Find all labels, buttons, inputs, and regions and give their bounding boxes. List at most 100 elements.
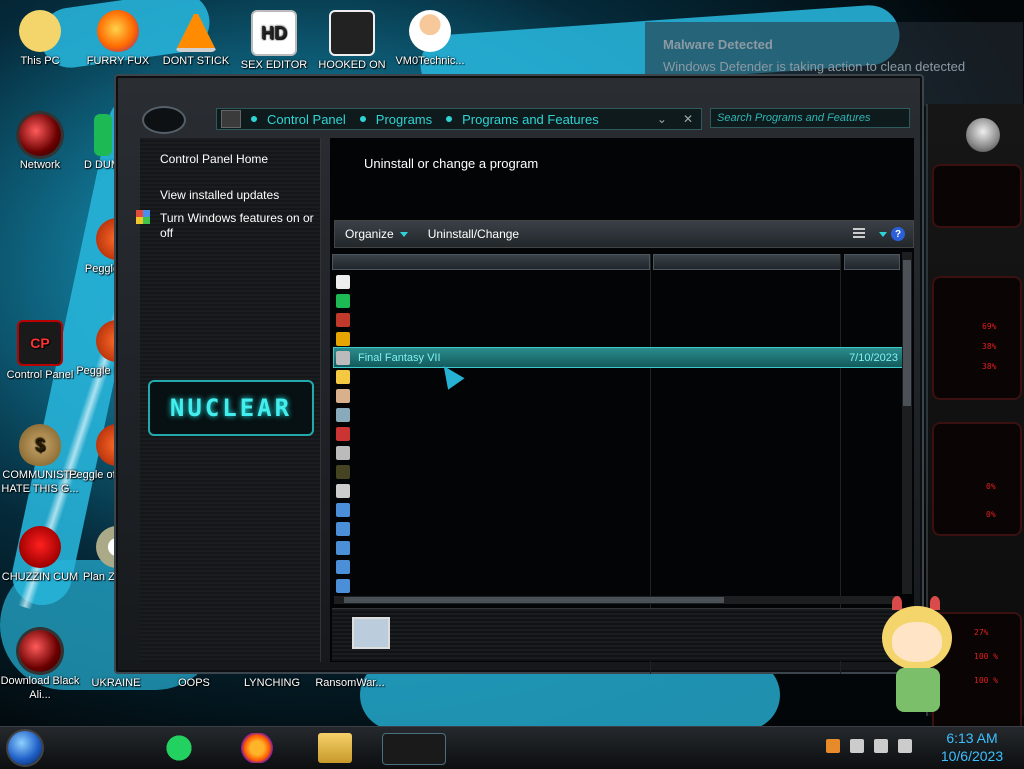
desktop-icon-this-pc[interactable]: This PC [0, 10, 80, 68]
scrollbar-thumb[interactable] [903, 260, 911, 406]
control-panel-taskbar-button[interactable] [382, 733, 446, 765]
gadget-clock [932, 164, 1022, 228]
network-tray-icon[interactable] [874, 739, 888, 753]
person-icon [336, 388, 350, 403]
gadget-percent: 69% [982, 322, 997, 331]
program-row[interactable] [334, 576, 902, 595]
program-thumbnail-icon [352, 617, 390, 649]
desktop-icon-download-black-ali[interactable]: Download Black Ali... [0, 630, 80, 702]
desktop-icon-label: UKRAINE [91, 677, 141, 689]
alienware-logo-icon [966, 118, 1000, 152]
view-installed-updates-link[interactable]: View installed updates [160, 188, 279, 203]
column-header-installed-on[interactable] [844, 254, 900, 270]
column-header-name[interactable] [332, 254, 650, 270]
gadget-percent: 100 % [974, 652, 999, 661]
program-row[interactable] [334, 386, 902, 405]
gadget-percent: 38% [982, 342, 997, 351]
organize-button[interactable]: Organize [335, 227, 418, 241]
spotify-icon [336, 293, 350, 308]
organize-label: Organize [345, 227, 394, 241]
search-input[interactable]: Search Programs and Features [710, 108, 910, 128]
program-install-date: 7/10/2023 [849, 351, 898, 364]
gadget-percent: 27% [974, 628, 989, 637]
program-row[interactable] [334, 291, 902, 310]
desktop-icon-vm0technic[interactable]: VM0Technic... [390, 10, 470, 68]
program-row[interactable]: Final Fantasy VII 7/10/2023 [333, 347, 903, 368]
desktop-icon-label: DONT STICK [162, 55, 230, 67]
start-button[interactable] [8, 731, 42, 765]
installer-icon [336, 521, 350, 536]
program-row[interactable] [334, 310, 902, 329]
uninstall-change-label: Uninstall/Change [427, 227, 520, 241]
desktop-icon-hooked-on[interactable]: HOOKED ON [312, 10, 392, 72]
program-row[interactable] [334, 538, 902, 557]
vertical-scrollbar[interactable] [902, 252, 912, 594]
gadget-percent: 0% [986, 510, 996, 519]
gadget-network-meter: 0% 0% [932, 422, 1022, 536]
alien-orb-icon [19, 630, 61, 672]
nav-back-forward-button[interactable] [142, 106, 186, 134]
scrollbar-thumb[interactable] [344, 597, 724, 603]
taskbar-clock[interactable]: 6:13 AM 10/6/2023 [930, 729, 1014, 765]
column-header-publisher[interactable] [653, 254, 841, 270]
system-tray [826, 739, 912, 753]
program-row[interactable] [334, 500, 902, 519]
program-row[interactable] [334, 424, 902, 443]
breadcrumb-programs-and-features[interactable]: Programs and Features [462, 112, 599, 127]
help-icon[interactable]: ? [891, 227, 905, 241]
program-row[interactable] [334, 462, 902, 481]
desktop-icon-ukraine[interactable]: UKRAINE [76, 676, 156, 690]
close-icon[interactable]: ✕ [683, 112, 693, 126]
chevron-down-icon[interactable] [879, 231, 887, 237]
program-row[interactable] [334, 329, 902, 348]
control-panel-home-link[interactable]: Control Panel Home [160, 152, 268, 167]
7zip-icon [336, 274, 350, 289]
window-icon [336, 350, 350, 365]
nuclear-theme-logo: NUCLEAR [148, 380, 314, 436]
magnifier-icon [336, 331, 350, 346]
program-row[interactable] [334, 443, 902, 462]
window-icon [336, 445, 350, 460]
defender-tray-icon[interactable] [826, 739, 840, 753]
desktop-icon-sex-editor[interactable]: HD SEX EDITOR [234, 10, 314, 72]
desktop-icon-lynching[interactable]: LYNCHING [232, 676, 312, 690]
spotify-taskbar-icon[interactable] [162, 733, 196, 763]
horizontal-scrollbar[interactable] [334, 596, 900, 604]
chevron-down-icon[interactable]: ⌄ [657, 112, 667, 126]
windows-shield-icon [136, 210, 150, 224]
turn-windows-features-link[interactable]: Turn Windows features on or off [160, 211, 320, 241]
mascot-face [892, 622, 942, 662]
window-titlebar: Control Panel Programs Programs and Feat… [116, 76, 922, 136]
uninstall-change-button[interactable]: Uninstall/Change [418, 227, 529, 241]
program-row[interactable] [334, 367, 902, 386]
installer-icon [336, 559, 350, 574]
breadcrumb-separator-icon [251, 116, 257, 122]
program-row[interactable] [334, 481, 902, 500]
firefox-taskbar-icon[interactable] [240, 733, 274, 763]
chuzzle-icon [19, 526, 61, 568]
view-options-icon[interactable] [853, 228, 865, 240]
breadcrumb-control-panel[interactable]: Control Panel [267, 112, 346, 127]
desktop-icon-oops[interactable]: OOPS [154, 676, 234, 690]
breadcrumb-programs[interactable]: Programs [376, 112, 432, 127]
program-row[interactable] [334, 519, 902, 538]
gadget-percent: 38% [982, 362, 997, 371]
desktop-icon-label: This PC [20, 55, 60, 67]
desktop-icon-label: SEX EDITOR [240, 59, 308, 71]
gadget-percent: 0% [986, 482, 996, 491]
flag-tray-icon[interactable] [850, 739, 864, 753]
desktop-icon-label: OOPS [178, 677, 210, 689]
devcpp-icon [336, 312, 350, 327]
program-row[interactable] [334, 557, 902, 576]
left-nav-pane: Control Panel Home View installed update… [136, 138, 321, 662]
desktop-icon-dont-stick[interactable]: DONT STICK [156, 10, 236, 68]
program-row[interactable] [334, 405, 902, 424]
control-panel-icon: CP [17, 320, 63, 366]
file-explorer-taskbar-icon[interactable] [318, 733, 352, 763]
tools-icon [336, 407, 350, 422]
desktop-icon-ransomware[interactable]: RansomWar... [310, 676, 390, 690]
program-row[interactable] [334, 272, 902, 291]
volume-tray-icon[interactable] [898, 739, 912, 753]
desktop-icon-furry-fux[interactable]: FURRY FUX [78, 10, 158, 68]
address-bar[interactable]: Control Panel Programs Programs and Feat… [216, 108, 702, 130]
